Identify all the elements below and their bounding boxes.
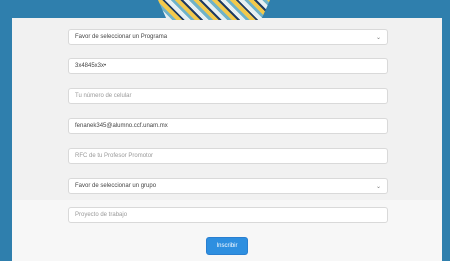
left-border — [0, 0, 12, 261]
grupo-select[interactable]: Favor de seleccionar un grupo ⌄ — [68, 178, 388, 194]
cuenta-field-value: 3x4845x3x• — [75, 63, 107, 69]
programa-select-value: Favor de seleccionar un Programa — [75, 34, 168, 40]
chevron-down-icon: ⌄ — [375, 183, 381, 190]
celular-field-placeholder: Tu número de celular — [75, 93, 132, 99]
email-field-value: fenanek345@alumno.ccf.unam.mx — [75, 123, 168, 129]
rfc-field[interactable]: RFC de tu Profesor Promotor — [68, 148, 388, 164]
proyecto-field-placeholder: Proyecto de trabajo — [75, 212, 128, 218]
email-field[interactable]: fenanek345@alumno.ccf.unam.mx — [68, 118, 388, 134]
submit-button-label: Inscribir — [216, 243, 238, 249]
programa-select[interactable]: Favor de seleccionar un Programa ⌄ — [68, 29, 388, 45]
submit-button[interactable]: Inscribir — [206, 237, 248, 255]
proyecto-field[interactable]: Proyecto de trabajo — [68, 207, 388, 223]
grupo-select-value: Favor de seleccionar un grupo — [75, 183, 157, 189]
chevron-down-icon: ⌄ — [375, 34, 381, 41]
header-decorative-pattern — [158, 0, 270, 20]
celular-field[interactable]: Tu número de celular — [68, 88, 388, 104]
rfc-field-placeholder: RFC de tu Profesor Promotor — [75, 153, 154, 159]
right-border — [442, 0, 450, 261]
cuenta-field[interactable]: 3x4845x3x• — [68, 58, 388, 74]
